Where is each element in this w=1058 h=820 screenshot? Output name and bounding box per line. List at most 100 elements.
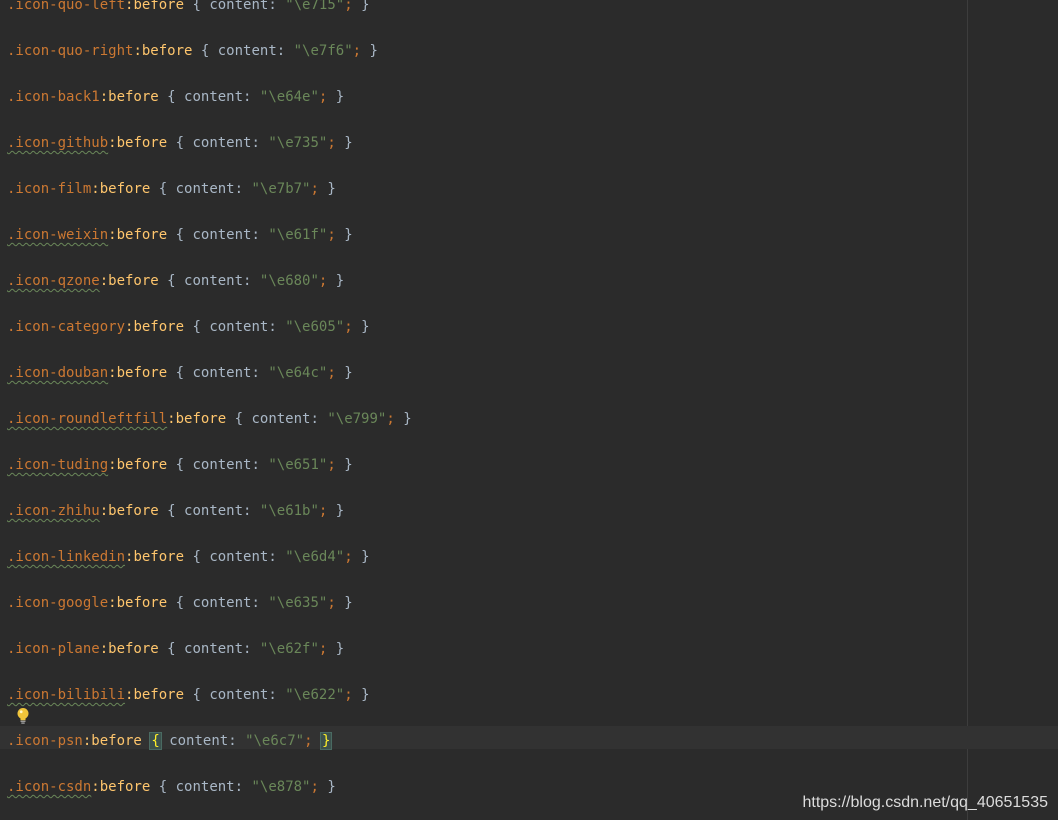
css-pseudo-element: :before	[108, 365, 168, 381]
code-line[interactable]: .icon-douban:before { content: "\e64c"; …	[7, 363, 353, 383]
css-string-value: "\e622"	[285, 687, 345, 703]
css-pseudo-element: :before	[108, 135, 168, 151]
semicolon: ;	[344, 549, 353, 565]
code-line[interactable]: .icon-roundleftfill:before { content: "\…	[7, 409, 412, 429]
brace-close: }	[352, 0, 370, 13]
brace-close: }	[335, 595, 353, 611]
code-line[interactable]: .icon-quo-left:before { content: "\e715"…	[7, 0, 370, 15]
code-line[interactable]: .icon-csdn:before { content: "\e878"; }	[7, 777, 336, 797]
css-pseudo-element: :before	[91, 779, 151, 795]
css-string-value: "\e635"	[268, 595, 328, 611]
css-selector: .icon-zhihu	[7, 503, 100, 519]
watermark-url: https://blog.csdn.net/qq_40651535	[802, 794, 1048, 811]
css-pseudo-element: :before	[82, 733, 142, 749]
code-line[interactable]: .icon-github:before { content: "\e735"; …	[7, 133, 353, 153]
css-property: content	[209, 0, 269, 13]
semicolon: ;	[352, 43, 362, 59]
css-pseudo-element: :before	[99, 641, 159, 657]
semicolon: ;	[310, 181, 319, 197]
brace-open: {	[184, 549, 210, 565]
semicolon: ;	[327, 595, 336, 611]
code-line[interactable]: .icon-plane:before { content: "\e62f"; }	[7, 639, 344, 659]
css-selector: .icon-qzone	[7, 273, 100, 289]
brace-close: }	[335, 135, 353, 151]
semicolon: ;	[344, 0, 353, 13]
code-line[interactable]: .icon-category:before { content: "\e605"…	[7, 317, 370, 337]
brace-close: }	[318, 181, 336, 197]
brace-close: }	[327, 273, 345, 289]
brace-open: {	[158, 273, 185, 289]
code-line[interactable]: .icon-qzone:before { content: "\e680"; }	[7, 271, 344, 291]
brace-open: {	[226, 411, 252, 427]
semicolon: ;	[327, 227, 336, 243]
css-pseudo-element: :before	[99, 503, 159, 519]
code-line[interactable]: .icon-bilibili:before { content: "\e622"…	[7, 685, 370, 705]
brace-open: {	[167, 595, 193, 611]
css-pseudo-element: :before	[125, 687, 185, 703]
css-selector: .icon-category	[7, 319, 126, 335]
code-editor[interactable]: .icon-quo-left:before { content: "\e715"…	[0, 0, 1058, 820]
css-selector: .icon-film	[7, 181, 92, 197]
code-line[interactable]: .icon-tuding:before { content: "\e651"; …	[7, 455, 353, 475]
css-pseudo-element: :before	[99, 89, 159, 105]
code-line[interactable]: .icon-back1:before { content: "\e64e"; }	[7, 87, 344, 107]
colon: :	[228, 733, 246, 749]
css-property: content	[192, 457, 252, 473]
css-property: content	[175, 779, 235, 795]
colon: :	[268, 687, 286, 703]
colon: :	[251, 595, 269, 611]
semicolon: ;	[310, 779, 319, 795]
css-property: content	[184, 273, 244, 289]
brace-close: }	[335, 365, 353, 381]
css-string-value: "\e878"	[251, 779, 311, 795]
css-string-value: "\e61f"	[268, 227, 328, 243]
css-selector: .icon-roundleftfill	[7, 411, 168, 427]
css-property: content	[209, 319, 269, 335]
code-line[interactable]: .icon-zhihu:before { content: "\e61b"; }	[7, 501, 344, 521]
css-string-value: "\e735"	[268, 135, 328, 151]
css-string-value: "\e64c"	[268, 365, 328, 381]
css-pseudo-element: :before	[108, 595, 168, 611]
semicolon: ;	[344, 687, 353, 703]
brace-close: }	[361, 43, 378, 59]
css-string-value: "\e715"	[285, 0, 345, 13]
brace-close: }	[327, 89, 345, 105]
css-pseudo-element: :before	[125, 549, 185, 565]
colon: :	[243, 503, 260, 519]
semicolon: ;	[304, 733, 313, 749]
css-string-value: "\e61b"	[259, 503, 319, 519]
css-selector: .icon-csdn	[7, 779, 92, 795]
code-line[interactable]: .icon-film:before { content: "\e7b7"; }	[7, 179, 336, 199]
brace-close: }	[327, 641, 345, 657]
code-line[interactable]: .icon-quo-right:before { content: "\e7f6…	[7, 41, 378, 61]
css-pseudo-element: :before	[133, 43, 193, 59]
css-string-value: "\e605"	[285, 319, 345, 335]
semicolon: ;	[386, 411, 395, 427]
colon: :	[268, 319, 286, 335]
code-line[interactable]: .icon-psn:before { content: "\e6c7"; }	[7, 731, 333, 751]
css-string-value: "\e62f"	[259, 641, 319, 657]
css-string-value: "\e651"	[268, 457, 328, 473]
brace-close: }	[335, 227, 353, 243]
css-property: content	[217, 43, 277, 59]
code-line[interactable]: .icon-linkedin:before { content: "\e6d4"…	[7, 547, 370, 567]
brace-close: }	[352, 549, 370, 565]
css-string-value: "\e7b7"	[251, 181, 311, 197]
matched-brace-close: }	[319, 732, 333, 750]
colon: :	[268, 0, 286, 13]
colon: :	[268, 549, 286, 565]
css-selector: .icon-quo-right	[7, 43, 134, 59]
brace-open: {	[184, 319, 210, 335]
code-line[interactable]: .icon-weixin:before { content: "\e61f"; …	[7, 225, 353, 245]
brace-close: }	[327, 503, 345, 519]
brace-close: }	[335, 457, 353, 473]
css-pseudo-element: :before	[108, 227, 168, 243]
brace-open: {	[184, 0, 210, 13]
css-string-value: "\e680"	[259, 273, 319, 289]
css-selector: .icon-weixin	[7, 227, 109, 243]
lightbulb-icon[interactable]	[16, 707, 30, 725]
colon: :	[243, 273, 260, 289]
code-line[interactable]: .icon-google:before { content: "\e635"; …	[7, 593, 353, 613]
css-property: content	[184, 503, 244, 519]
